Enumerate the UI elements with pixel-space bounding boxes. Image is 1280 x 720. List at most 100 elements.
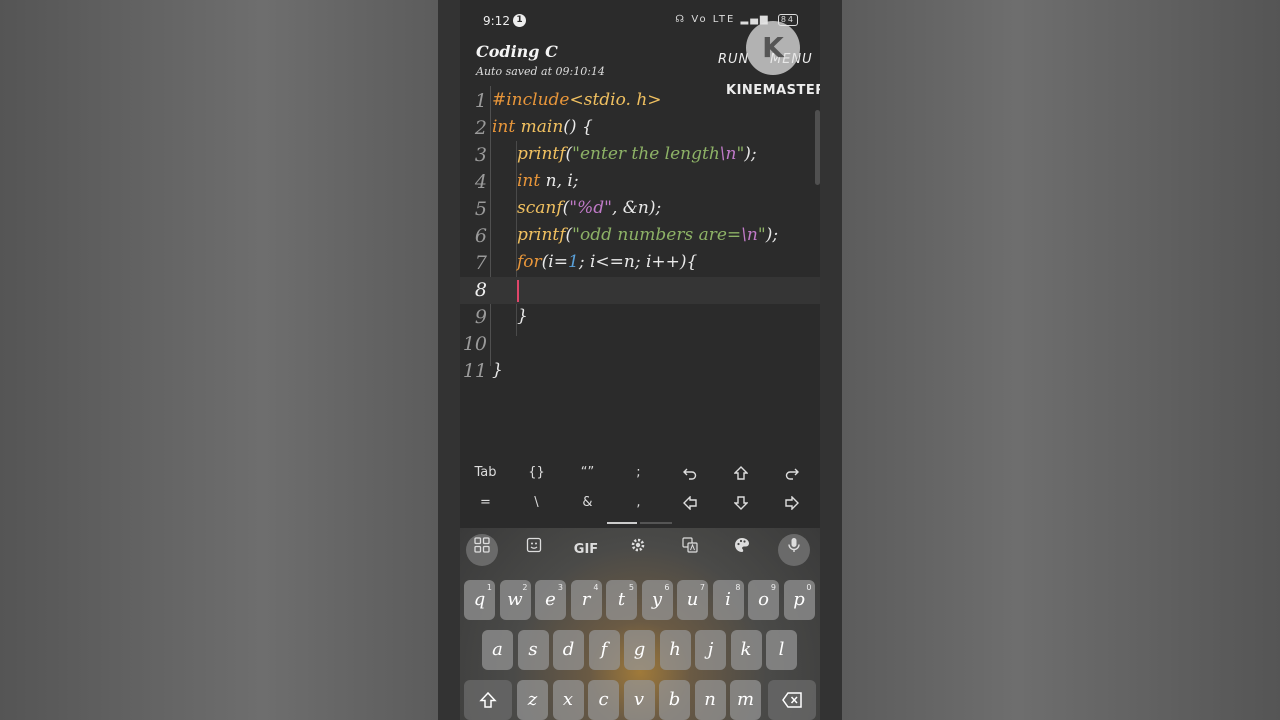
phone-frame: 9:12 1 ☊ Vo LTE ▂▄▆ 84 Coding C Auto sav…	[438, 0, 842, 720]
equals-key[interactable]: =	[460, 488, 511, 518]
key-z[interactable]: z	[517, 680, 548, 720]
arrow-down-icon[interactable]	[715, 488, 766, 518]
key-x[interactable]: x	[552, 680, 584, 720]
arrow-right-icon[interactable]	[766, 488, 817, 518]
soft-keyboard: GIF q1 w2 e3 r4 t5 y6 u7 i 8 o 9 p 0 a s…	[460, 528, 820, 720]
code-line-7[interactable]: 7 for(i=1; i<=n; i++){	[460, 250, 820, 277]
code-line-3[interactable]: 3 printf("enter the length\n");	[460, 142, 820, 169]
key-c[interactable]: c	[588, 680, 619, 720]
braces-key[interactable]: {}	[511, 458, 562, 488]
code-line-9[interactable]: 9 }	[460, 304, 820, 331]
line-number: 5	[474, 198, 487, 220]
key-o[interactable]: o9	[748, 580, 779, 620]
semicolon-key[interactable]: ;	[613, 458, 664, 488]
line-number: 2	[474, 117, 487, 139]
key-e[interactable]: e3	[535, 580, 566, 620]
key-j[interactable]: j	[695, 630, 726, 670]
line-number: 8	[474, 279, 487, 301]
code-text: printf("enter the length\n");	[517, 144, 757, 164]
symbol-page-indicator	[640, 522, 672, 524]
status-time: 9:12	[483, 14, 510, 28]
app-title: Coding C	[476, 42, 558, 61]
keyboard-toolbar: GIF	[460, 528, 820, 572]
code-line-10[interactable]: 10	[460, 331, 820, 358]
mic-icon[interactable]	[778, 534, 810, 566]
key-i[interactable]: i8	[712, 580, 744, 620]
autosave-status: Auto saved at 09:10:14	[476, 65, 605, 78]
line-number: 3	[474, 144, 487, 166]
key-t[interactable]: t5	[606, 580, 637, 620]
key-m[interactable]: m	[730, 680, 761, 720]
key-a[interactable]: a	[482, 630, 513, 670]
code-text: printf("odd numbers are=\n");	[517, 225, 779, 245]
code-line-1[interactable]: 1 #include<stdio. h>	[460, 88, 820, 115]
undo-icon[interactable]	[664, 458, 715, 488]
key-y[interactable]: y6	[641, 580, 673, 620]
settings-icon[interactable]	[622, 534, 654, 566]
backspace-icon[interactable]	[768, 680, 816, 720]
gif-button[interactable]: GIF	[570, 534, 602, 566]
line-number: 6	[474, 225, 487, 247]
code-line-8[interactable]: 8	[460, 277, 820, 304]
line-number: 11	[462, 360, 487, 382]
key-f[interactable]: f	[588, 630, 620, 670]
apps-icon[interactable]	[466, 534, 498, 566]
key-v[interactable]: v	[623, 680, 655, 720]
comma-key[interactable]: ,	[613, 488, 664, 518]
palette-icon[interactable]	[726, 534, 758, 566]
code-text: }	[517, 306, 528, 326]
shift-icon[interactable]	[464, 680, 512, 720]
arrow-left-icon[interactable]	[664, 488, 715, 518]
arrow-up-icon[interactable]	[715, 458, 766, 488]
text-cursor	[517, 280, 519, 302]
key-b[interactable]: b	[659, 680, 690, 720]
phone-edge-right	[820, 0, 842, 720]
run-button[interactable]: RUN	[718, 52, 749, 67]
key-s[interactable]: s	[517, 630, 549, 670]
code-text: for(i=1; i<=n; i++){	[517, 252, 698, 272]
symbol-page-indicator-active	[607, 522, 637, 524]
translate-icon[interactable]	[674, 534, 706, 566]
backslash-key[interactable]: \	[511, 488, 562, 518]
line-number: 4	[474, 171, 487, 193]
key-r[interactable]: r4	[570, 580, 602, 620]
code-line-2[interactable]: 2 int main() {	[460, 115, 820, 142]
kinemaster-logo: K	[746, 21, 800, 75]
quotes-key[interactable]: “”	[562, 458, 613, 488]
code-line-4[interactable]: 4 int n, i;	[460, 169, 820, 196]
sticker-icon[interactable]	[518, 534, 550, 566]
key-g[interactable]: g	[624, 630, 655, 670]
key-w[interactable]: w2	[499, 580, 531, 620]
line-number: 7	[474, 252, 487, 274]
code-text: scanf("%d", &n);	[517, 198, 662, 218]
line-number: 9	[474, 306, 487, 328]
phone-edge-left	[438, 0, 460, 720]
key-p[interactable]: p0	[783, 580, 815, 620]
code-editor[interactable]: 1 #include<stdio. h> 2 int main() { 3 pr…	[460, 86, 820, 456]
tab-key[interactable]: Tab	[460, 458, 511, 488]
code-text: int main() {	[492, 117, 593, 137]
video-background-left	[0, 0, 438, 720]
notification-badge: 1	[513, 14, 526, 27]
key-k[interactable]: k	[730, 630, 762, 670]
key-u[interactable]: u7	[677, 580, 708, 620]
code-text: #include<stdio. h>	[492, 90, 662, 110]
code-text: int n, i;	[517, 171, 579, 191]
line-number: 10	[462, 333, 487, 355]
key-q[interactable]: q1	[464, 580, 495, 620]
ampersand-key[interactable]: &	[562, 488, 613, 518]
redo-icon[interactable]	[766, 458, 817, 488]
network-label: Vo LTE	[691, 14, 736, 25]
editor-scrollbar[interactable]	[815, 110, 820, 185]
code-line-5[interactable]: 5 scanf("%d", &n);	[460, 196, 820, 223]
video-background-right	[842, 0, 1280, 720]
code-line-6[interactable]: 6 printf("odd numbers are=\n");	[460, 223, 820, 250]
key-l[interactable]: l	[766, 630, 797, 670]
code-line-11[interactable]: 11 }	[460, 358, 820, 385]
phone-screen: 9:12 1 ☊ Vo LTE ▂▄▆ 84 Coding C Auto sav…	[460, 0, 820, 720]
key-h[interactable]: h	[659, 630, 691, 670]
key-n[interactable]: n	[694, 680, 726, 720]
code-text: }	[492, 360, 503, 380]
key-d[interactable]: d	[553, 630, 584, 670]
symbol-bar: Tab {} “” ; = \ & ,	[460, 458, 820, 528]
